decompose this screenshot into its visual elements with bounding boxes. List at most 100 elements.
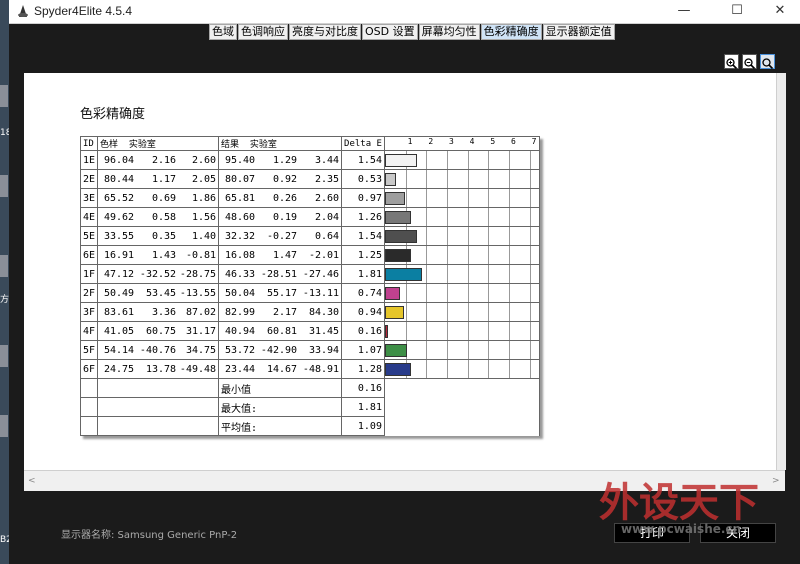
delta-e-bar-cell (383, 188, 540, 208)
sample-a: 0.35 (151, 230, 177, 242)
result-b: -2.01 (308, 249, 340, 261)
tab-0[interactable]: 色域 (209, 24, 237, 40)
desktop-icon[interactable] (0, 85, 8, 107)
delta-e-bar (384, 325, 389, 338)
delta-e-value: 1.54 (341, 226, 385, 246)
delta-e-value: 1.28 (341, 359, 385, 379)
chart-gridline (508, 284, 510, 302)
table-row: 4F 41.05 60.75 31.17 40.94 60.81 31.45 0.16 (79, 321, 540, 341)
chart-gridline (467, 246, 469, 264)
delta-e-bar (384, 230, 417, 243)
chart-gridline (488, 170, 490, 188)
sample-b: -0.81 (185, 249, 217, 261)
sample-lab: 54.14 -40.76 34.75 (97, 340, 220, 360)
chart-gridline (426, 170, 428, 188)
delta-e-bar-cell (383, 359, 540, 379)
tab-1[interactable]: 色调响应 (238, 24, 288, 40)
result-lab: 16.08 1.47 -2.01 (218, 245, 343, 265)
sample-lab: 24.75 13.78 -49.48 (97, 359, 220, 379)
chart-gridline (529, 303, 531, 321)
tab-6[interactable]: 显示器额定值 (542, 24, 615, 40)
sample-b: -49.48 (179, 363, 217, 375)
result-a: 1.29 (272, 154, 298, 166)
summary-blank (97, 378, 220, 398)
zoom-fit-icon[interactable] (760, 54, 775, 70)
summary-row: 最小值 0.16 (79, 378, 540, 398)
vertical-scrollbar[interactable] (776, 73, 786, 470)
summary-label: 平均值: (218, 416, 343, 436)
table-row: 6E 16.91 1.43 -0.81 16.08 1.47 -2.01 1.25 (79, 245, 540, 265)
sample-b: 1.86 (191, 192, 217, 204)
tab-3[interactable]: OSD 设置 (362, 24, 418, 40)
result-l: 82.99 (224, 306, 256, 318)
report-pane[interactable]: 色彩精确度 ID 色样 实验室 结果 实验室 Delta E 1 2 3 4 5 6 7 1E 96.0… (24, 73, 776, 470)
chart-tick-label: 1 (407, 137, 413, 146)
chart-gridline (488, 360, 490, 378)
patch-id: 1E (79, 150, 99, 170)
patch-id: 3E (79, 188, 99, 208)
chart-gridline (426, 360, 428, 378)
summary-value: 0.16 (341, 378, 385, 398)
summary-chart-blank (383, 378, 540, 398)
delta-e-value: 1.81 (341, 264, 385, 284)
desktop-icon[interactable] (0, 255, 8, 277)
maximize-button[interactable]: ☐ (717, 1, 757, 21)
desktop-icon[interactable] (0, 415, 8, 437)
table-row: 5E 33.55 0.35 1.40 32.32 -0.27 0.64 1.54 (79, 226, 540, 246)
delta-e-value: 1.25 (341, 245, 385, 265)
chart-gridline (488, 151, 490, 169)
chart-gridline (446, 341, 448, 359)
header-result: 结果 实验室 (218, 136, 343, 151)
chart-gridline (446, 246, 448, 264)
chart-gridline (467, 322, 469, 340)
result-b: 33.94 (308, 344, 340, 356)
report-title: 色彩精确度 (80, 107, 146, 122)
chart-tick-label: 3 (448, 137, 454, 146)
sample-lab: 96.04 2.16 2.60 (97, 150, 220, 170)
table-row: 3E 65.52 0.69 1.86 65.81 0.26 2.60 0.97 (79, 188, 540, 208)
tab-4[interactable]: 屏幕均匀性 (418, 24, 480, 40)
delta-e-value: 0.16 (341, 321, 385, 341)
scroll-left-icon[interactable]: < (28, 476, 36, 486)
chart-gridline (467, 170, 469, 188)
sample-lab: 83.61 3.36 87.02 (97, 302, 220, 322)
scroll-right-icon[interactable]: > (772, 476, 780, 486)
chart-gridline (508, 341, 510, 359)
sample-b: 1.56 (191, 211, 217, 223)
result-a: 1.47 (272, 249, 298, 261)
result-a: -0.27 (266, 230, 298, 242)
window-title: Spyder4Elite 4.5.4 (34, 4, 133, 18)
tab-2[interactable]: 亮度与对比度 (289, 24, 361, 40)
minimize-button[interactable]: — (664, 1, 704, 21)
chart-gridline (426, 189, 428, 207)
delta-e-value: 0.74 (341, 283, 385, 303)
close-window-button[interactable]: ✕ (760, 1, 800, 21)
chart-gridline (446, 189, 448, 207)
chart-gridline (488, 227, 490, 245)
desktop-icon[interactable] (0, 175, 8, 197)
result-lab: 82.99 2.17 84.30 (218, 302, 343, 322)
sample-l: 54.14 (103, 344, 135, 356)
chart-gridline (446, 284, 448, 302)
zoom-in-icon[interactable] (724, 54, 739, 70)
summary-chart-blank (383, 397, 540, 417)
header-sample: 色样 实验室 (97, 136, 220, 151)
chart-gridline (446, 322, 448, 340)
chart-gridline (488, 303, 490, 321)
patch-id: 4F (79, 321, 99, 341)
delta-e-bar-cell (383, 283, 540, 303)
chart-gridline (529, 189, 531, 207)
chart-gridline (467, 284, 469, 302)
sample-l: 96.04 (103, 154, 135, 166)
sample-b: 31.17 (185, 325, 217, 337)
summary-label: 最小值 (218, 378, 343, 398)
result-b: 2.35 (314, 173, 340, 185)
tab-5[interactable]: 色彩精确度 (480, 24, 542, 40)
result-lab: 40.94 60.81 31.45 (218, 321, 343, 341)
sample-b: -28.75 (179, 268, 217, 280)
desktop-icon[interactable] (0, 345, 8, 367)
sample-l: 50.49 (103, 287, 135, 299)
sample-a: 0.58 (151, 211, 177, 223)
zoom-out-icon[interactable] (742, 54, 757, 70)
sample-lab: 49.62 0.58 1.56 (97, 207, 220, 227)
